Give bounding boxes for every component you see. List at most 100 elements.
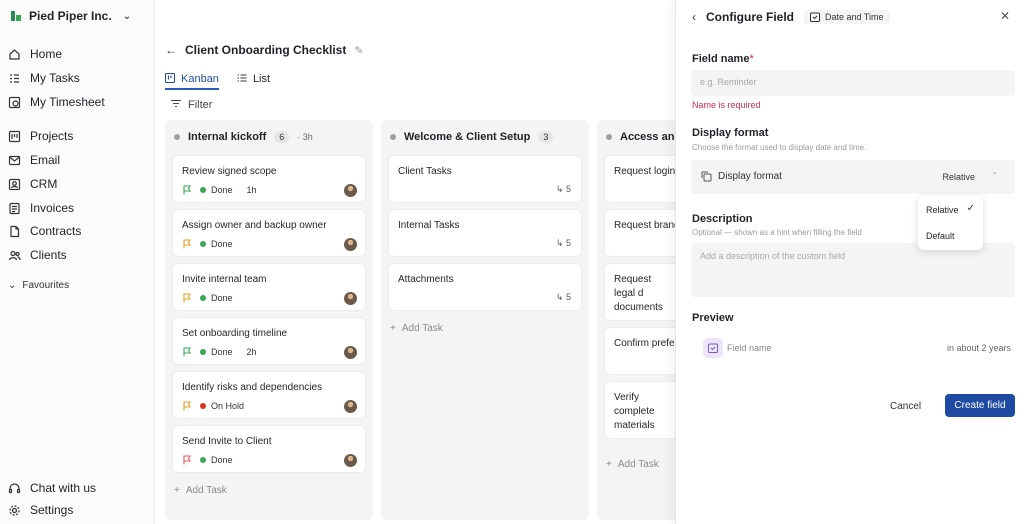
dropdown-option-relative[interactable]: Relative <box>926 205 959 215</box>
assignee-avatar[interactable] <box>344 454 357 467</box>
sidebar-item-clients[interactable]: Clients <box>8 245 67 265</box>
task-meta: Done 1h <box>182 184 257 196</box>
add-task-button[interactable]: + Add Task <box>606 458 659 470</box>
assignee-avatar[interactable] <box>344 184 357 197</box>
create-field-button[interactable]: Create field <box>945 394 1015 417</box>
task-title: Assign owner and backup owner <box>182 220 327 231</box>
sidebar-item-label: Contracts <box>30 224 82 238</box>
status-label: Done <box>211 455 233 465</box>
sidebar-item-label: CRM <box>30 177 58 191</box>
column-time: · 3h <box>297 132 313 142</box>
status-dot <box>200 241 206 247</box>
projects-icon <box>8 130 21 143</box>
tab-label: Kanban <box>181 73 219 85</box>
view-tabs: Kanban List <box>164 72 270 90</box>
settings-button[interactable]: Settings <box>8 500 73 520</box>
assignee-avatar[interactable] <box>344 400 357 413</box>
sidebar-item-email[interactable]: Email <box>8 150 60 170</box>
task-title: Confirm prefer <box>614 338 678 349</box>
task-card[interactable]: Client Tasks ↳ 5 <box>389 156 581 202</box>
sidebar-item-home[interactable]: Home <box>8 44 62 64</box>
edit-pencil-icon[interactable]: ✎ <box>354 44 363 57</box>
chevron-left-icon[interactable]: ‹ <box>692 10 696 24</box>
task-card[interactable]: Send Invite to Client Done <box>173 426 365 472</box>
favourites-toggle[interactable]: ⌄ Favourites <box>8 280 69 291</box>
field-name-input[interactable]: e.g. Reminder <box>691 70 1015 96</box>
back-arrow-icon[interactable]: ← <box>165 43 177 57</box>
copy-icon <box>701 171 712 182</box>
org-switcher[interactable]: Pied Piper Inc. ⌄ <box>10 8 131 24</box>
task-status[interactable]: Done <box>200 455 233 465</box>
display-format-select[interactable]: Display format Relative ⌃ <box>691 160 1015 194</box>
required-mark: * <box>749 53 754 65</box>
subtask-count-value: 5 <box>565 238 571 248</box>
add-task-button[interactable]: + Add Task <box>390 322 443 334</box>
task-card[interactable]: Set onboarding timeline Done 2h <box>173 318 365 364</box>
task-meta: Done <box>182 454 233 466</box>
sidebar-item-crm[interactable]: CRM <box>8 174 57 194</box>
list-icon <box>237 73 247 86</box>
kanban-column-welcome-client-setup: Welcome & Client Setup 3 Client Tasks ↳ 5… <box>381 120 589 520</box>
priority-flag-icon[interactable] <box>182 293 192 303</box>
preview-label: Preview <box>692 312 734 324</box>
task-title: Request legal d documents <box>614 274 663 313</box>
tasks-icon <box>8 72 21 85</box>
kanban-icon <box>164 72 176 86</box>
filter-button[interactable]: Filter <box>171 98 212 112</box>
priority-flag-icon[interactable] <box>182 347 192 357</box>
assignee-avatar[interactable] <box>344 238 357 251</box>
status-dot <box>200 349 206 355</box>
column-title: Welcome & Client Setup <box>404 131 531 143</box>
subtask-icon: ↳ <box>555 238 564 248</box>
task-title: Review signed scope <box>182 166 277 177</box>
sidebar-item-invoices[interactable]: Invoices <box>8 198 74 218</box>
task-card[interactable]: Attachments ↳ 5 <box>389 264 581 310</box>
task-status[interactable]: Done <box>200 185 233 195</box>
chat-with-us-button[interactable]: Chat with us <box>8 478 96 498</box>
task-status[interactable]: Done <box>200 347 233 357</box>
sidebar-item-label: My Timesheet <box>30 95 105 109</box>
status-label: Done <box>211 185 233 195</box>
check-icon: ✓ <box>966 203 975 214</box>
task-card[interactable]: Assign owner and backup owner Done <box>173 210 365 256</box>
gear-icon <box>8 504 21 517</box>
tab-list[interactable]: List <box>237 72 270 86</box>
add-task-button[interactable]: + Add Task <box>174 484 227 496</box>
sidebar-item-my-timesheet[interactable]: My Timesheet <box>8 92 105 112</box>
sidebar-item-contracts[interactable]: Contracts <box>8 221 81 241</box>
close-icon[interactable]: ✕ <box>1000 9 1010 23</box>
assignee-avatar[interactable] <box>344 292 357 305</box>
priority-flag-icon[interactable] <box>182 401 192 411</box>
add-task-label: Add Task <box>401 322 443 334</box>
task-title: Set onboarding timeline <box>182 328 288 339</box>
task-status[interactable]: Done <box>200 239 233 249</box>
task-status[interactable]: Done <box>200 293 233 303</box>
dropdown-option-default[interactable]: Default <box>926 231 955 241</box>
tab-kanban[interactable]: Kanban <box>164 72 219 90</box>
calendar-icon <box>703 338 723 358</box>
sidebar-item-my-tasks[interactable]: My Tasks <box>8 68 80 88</box>
priority-flag-icon[interactable] <box>182 185 192 195</box>
description-textarea[interactable]: Add a description of the custom field <box>691 243 1015 297</box>
kanban-column-internal-kickoff: Internal kickoff 6 · 3h Review signed sc… <box>165 120 373 520</box>
task-card[interactable]: Internal Tasks ↳ 5 <box>389 210 581 256</box>
task-card[interactable]: Review signed scope Done 1h <box>173 156 365 202</box>
assignee-avatar[interactable] <box>344 346 357 359</box>
cancel-button[interactable]: Cancel <box>890 396 921 416</box>
invoices-icon <box>8 202 21 215</box>
page-title: Client Onboarding Checklist <box>185 43 347 57</box>
task-time: 1h <box>246 185 257 195</box>
sidebar-item-projects[interactable]: Projects <box>8 126 73 146</box>
calendar-icon <box>810 12 820 22</box>
sidebar-item-label: Clients <box>30 248 67 262</box>
plus-icon: + <box>606 458 612 470</box>
preview-row: Field name in about 2 years <box>691 334 1015 362</box>
favourites-label: Favourites <box>22 280 70 291</box>
task-status[interactable]: On Hold <box>200 401 244 411</box>
priority-flag-icon[interactable] <box>182 239 192 249</box>
chevron-down-icon: ⌄ <box>8 280 17 291</box>
task-card[interactable]: Invite internal team Done <box>173 264 365 310</box>
task-card[interactable]: Identify risks and dependencies On Hold <box>173 372 365 418</box>
priority-flag-icon[interactable] <box>182 455 192 465</box>
plus-icon: + <box>174 484 180 496</box>
